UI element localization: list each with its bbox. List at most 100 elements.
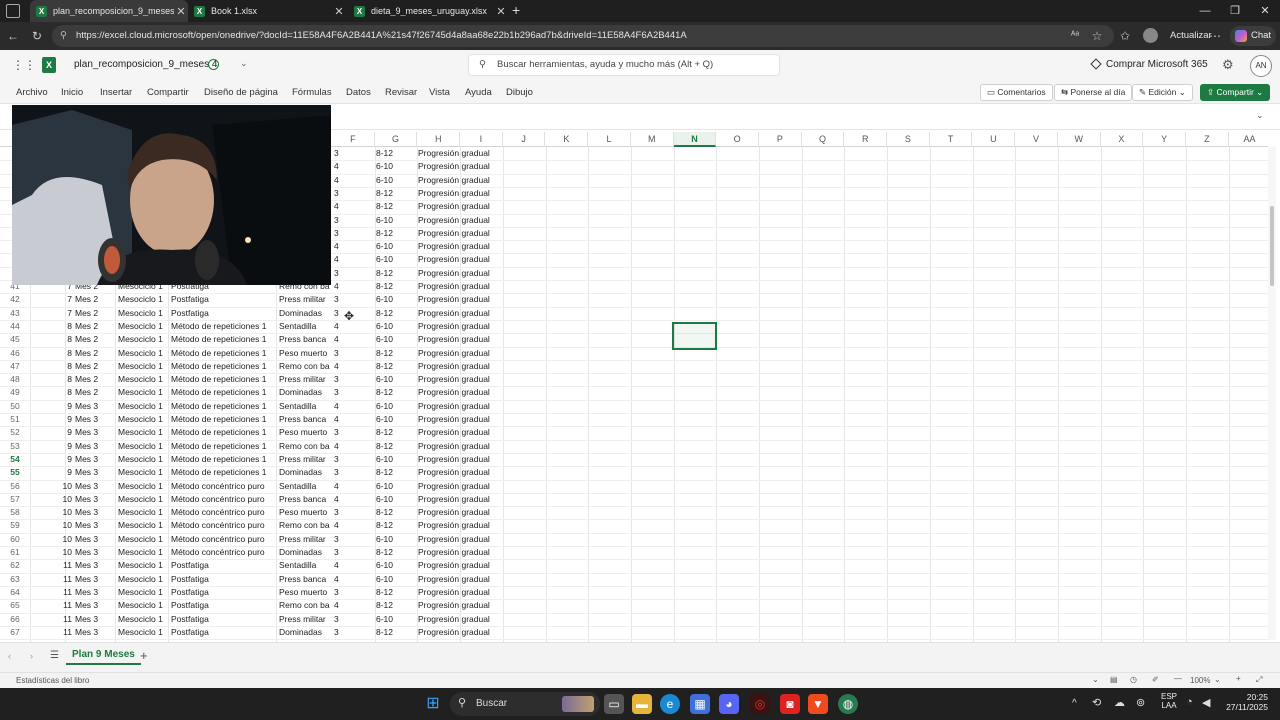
app-green-icon[interactable]: ◍ xyxy=(838,694,858,714)
cell-mesocycle[interactable]: Mesociclo 1 xyxy=(118,626,168,639)
cell-progression[interactable]: Progresión gradual xyxy=(418,293,502,306)
cell-exercise[interactable]: Sentadilla xyxy=(279,320,331,333)
row-number[interactable]: 51 xyxy=(0,413,30,426)
edge-icon[interactable]: e xyxy=(660,694,680,714)
cell-reps[interactable]: 8-12 xyxy=(376,586,416,599)
cell-method[interactable]: Postfatiga xyxy=(171,293,275,306)
cell-month[interactable]: Mes 3 xyxy=(75,626,115,639)
cell-sets[interactable]: 3 xyxy=(334,307,344,320)
cell-sets[interactable]: 3 xyxy=(334,466,344,479)
cell-sets[interactable]: 4 xyxy=(334,493,344,506)
back-icon[interactable]: ← xyxy=(4,27,22,45)
cell-method[interactable]: Método de repeticiones 1 xyxy=(171,400,275,413)
column-header[interactable]: T xyxy=(930,132,973,147)
cell-sets[interactable]: 3 xyxy=(334,613,344,626)
column-header[interactable]: X xyxy=(1101,132,1144,147)
cell-sets[interactable]: 4 xyxy=(334,599,344,612)
cell-exercise[interactable]: Sentadilla xyxy=(279,400,331,413)
cell-exercise[interactable]: Dominadas xyxy=(279,546,331,559)
column-header[interactable]: G xyxy=(375,132,418,147)
column-header[interactable]: O xyxy=(716,132,759,147)
cell-sets[interactable]: 4 xyxy=(334,160,344,173)
menu-8[interactable]: Vista xyxy=(429,87,450,98)
taskbar-search[interactable]: ⚲ Buscar xyxy=(450,692,600,716)
cell-method[interactable]: Postfatiga xyxy=(171,586,275,599)
cell-sets[interactable]: 3 xyxy=(334,533,344,546)
cell-exercise[interactable]: Remo con ba xyxy=(279,519,331,532)
favorite-star-icon[interactable]: ☆ xyxy=(1088,27,1106,45)
row-number[interactable]: 55 xyxy=(0,466,30,479)
task-view-icon[interactable]: ▭ xyxy=(604,694,624,714)
cell-method[interactable]: Método de repeticiones 1 xyxy=(171,347,275,360)
cell-week[interactable]: 11 xyxy=(56,599,72,612)
language-indicator[interactable]: ESP LAA xyxy=(1158,692,1180,710)
url-input[interactable]: ⚲ https://excel.cloud.microsoft/open/one… xyxy=(52,25,1114,47)
cell-month[interactable]: Mes 3 xyxy=(75,519,115,532)
file-menu-chevron-icon[interactable]: ⌄ xyxy=(240,58,248,69)
cell-mesocycle[interactable]: Mesociclo 1 xyxy=(118,293,168,306)
cell-reps[interactable]: 8-12 xyxy=(376,227,416,240)
app-launcher-icon[interactable]: ⋮⋮ xyxy=(12,58,36,72)
cell-progression[interactable]: Progresión gradual xyxy=(418,147,502,160)
cell-progression[interactable]: Progresión gradual xyxy=(418,240,502,253)
cell-mesocycle[interactable]: Mesociclo 1 xyxy=(118,453,168,466)
volume-icon[interactable]: ◀ xyxy=(1202,696,1210,709)
cell-progression[interactable]: Progresión gradual xyxy=(418,493,502,506)
cell-reps[interactable]: 6-10 xyxy=(376,293,416,306)
tray-chevron-icon[interactable]: ^ xyxy=(1072,698,1077,709)
column-header[interactable]: K xyxy=(546,132,589,147)
close-window-icon[interactable]: ✕ xyxy=(1248,0,1280,22)
cell-progression[interactable]: Progresión gradual xyxy=(418,187,502,200)
column-header[interactable]: P xyxy=(759,132,802,147)
cell-mesocycle[interactable]: Mesociclo 1 xyxy=(118,386,168,399)
cell-reps[interactable]: 8-12 xyxy=(376,599,416,612)
cell-mesocycle[interactable]: Mesociclo 1 xyxy=(118,307,168,320)
row-number[interactable]: 64 xyxy=(0,586,30,599)
cell-reps[interactable]: 8-12 xyxy=(376,506,416,519)
cell-progression[interactable]: Progresión gradual xyxy=(418,307,502,320)
cell-month[interactable]: Mes 3 xyxy=(75,480,115,493)
cell-method[interactable]: Método de repeticiones 1 xyxy=(171,333,275,346)
cell-reps[interactable]: 6-10 xyxy=(376,333,416,346)
browser-tab[interactable]: Xdieta_9_meses_uruguay.xlsx ✕ xyxy=(348,0,508,22)
cell-progression[interactable]: Progresión gradual xyxy=(418,373,502,386)
page-break-icon[interactable]: ◷ xyxy=(1130,675,1137,684)
cell-sets[interactable]: 3 xyxy=(334,187,344,200)
cell-exercise[interactable]: Press banca xyxy=(279,493,331,506)
workbook-statistics-link[interactable]: Estadísticas del libro xyxy=(16,676,89,685)
reload-icon[interactable]: ↻ xyxy=(28,27,46,45)
fullscreen-icon[interactable]: ⤢ xyxy=(1256,675,1262,685)
cell-progression[interactable]: Progresión gradual xyxy=(418,613,502,626)
row-number[interactable]: 54 xyxy=(0,453,30,466)
new-tab-button[interactable]: + xyxy=(512,2,520,18)
cell-method[interactable]: Método de repeticiones 1 xyxy=(171,386,275,399)
cell-progression[interactable]: Progresión gradual xyxy=(418,480,502,493)
row-number[interactable]: 59 xyxy=(0,519,30,532)
cell-mesocycle[interactable]: Mesociclo 1 xyxy=(118,533,168,546)
browser-menu-icon[interactable] xyxy=(6,4,20,18)
cell-mesocycle[interactable]: Mesociclo 1 xyxy=(118,347,168,360)
cell-exercise[interactable]: Dominadas xyxy=(279,626,331,639)
cell-progression[interactable]: Progresión gradual xyxy=(418,174,502,187)
cell-progression[interactable]: Progresión gradual xyxy=(418,227,502,240)
cell-month[interactable]: Mes 2 xyxy=(75,360,115,373)
cell-sets[interactable]: 3 xyxy=(334,293,344,306)
menu-1[interactable]: Inicio xyxy=(61,87,83,98)
cell-mesocycle[interactable]: Mesociclo 1 xyxy=(118,586,168,599)
vertical-scroll-thumb[interactable] xyxy=(1270,206,1274,286)
cell-sets[interactable]: 4 xyxy=(334,519,344,532)
cell-week[interactable]: 11 xyxy=(56,586,72,599)
column-header[interactable]: F xyxy=(332,132,375,147)
row-number[interactable]: 42 xyxy=(0,293,30,306)
cell-sets[interactable]: 3 xyxy=(334,147,344,160)
row-number[interactable]: 56 xyxy=(0,480,30,493)
cell-sets[interactable]: 3 xyxy=(334,347,344,360)
column-header[interactable]: M xyxy=(631,132,674,147)
cell-week[interactable]: 10 xyxy=(56,519,72,532)
cell-mesocycle[interactable]: Mesociclo 1 xyxy=(118,466,168,479)
menu-9[interactable]: Ayuda xyxy=(465,87,492,98)
cell-progression[interactable]: Progresión gradual xyxy=(418,200,502,213)
cell-week[interactable]: 9 xyxy=(56,466,72,479)
vertical-scrollbar[interactable] xyxy=(1268,146,1276,640)
row-number[interactable]: 62 xyxy=(0,559,30,572)
